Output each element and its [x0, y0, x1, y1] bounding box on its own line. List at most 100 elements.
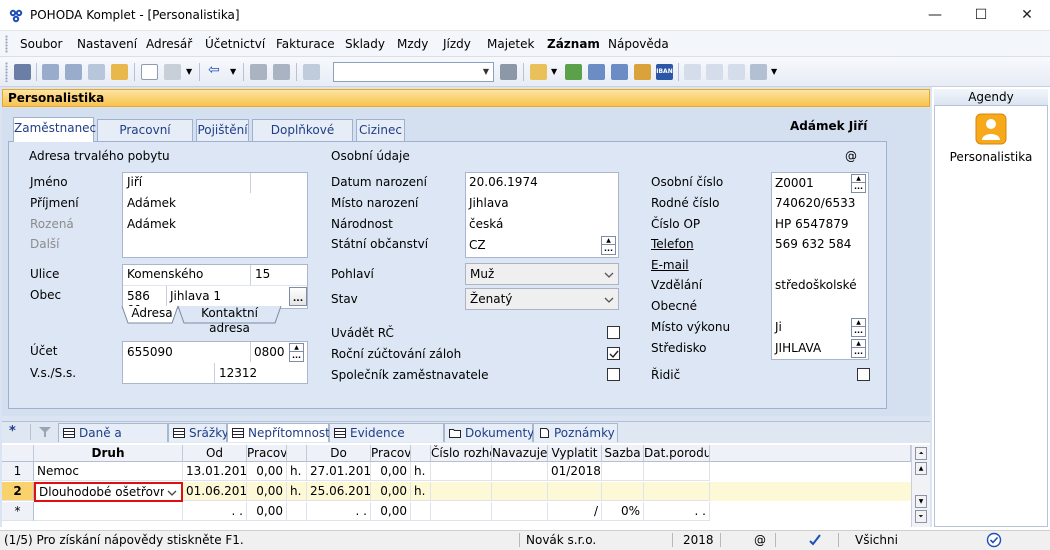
menu-napoveda[interactable]: Nápověda: [608, 37, 669, 51]
agenda-item-personalistika[interactable]: Personalistika: [934, 150, 1048, 164]
telefon-field[interactable]: 569 632 584: [775, 237, 865, 251]
ellipsis-icon[interactable]: ...: [852, 183, 865, 191]
cell-navazuje[interactable]: [492, 462, 548, 481]
cell-pracova-do[interactable]: 0,00: [371, 502, 411, 521]
cell-unit-od[interactable]: h.: [287, 462, 307, 481]
grid-header-dat-porodu[interactable]: Dat.porodu: [644, 445, 710, 462]
obec-picker-button[interactable]: ...: [289, 287, 307, 306]
signature-check-icon[interactable]: [808, 533, 822, 547]
folder-icon[interactable]: [530, 64, 547, 80]
cell-dat-porodu[interactable]: [644, 462, 710, 481]
pohlavi-select[interactable]: Muž: [465, 263, 619, 285]
cell-pracova-od[interactable]: 0,00: [247, 482, 287, 501]
vzdelani-field[interactable]: středoškolské: [775, 278, 867, 292]
narodnost-field[interactable]: česká: [469, 217, 609, 231]
cell-navazuje[interactable]: [492, 482, 548, 501]
uvadet-rc-checkbox[interactable]: [607, 326, 620, 339]
menu-zaznam[interactable]: Záznam: [547, 37, 600, 51]
cell-vyplatit[interactable]: /: [548, 502, 602, 521]
chevron-down-icon[interactable]: ▼: [479, 63, 493, 81]
list-icon[interactable]: [684, 64, 701, 80]
kod-banky-field[interactable]: 0800: [254, 345, 286, 359]
print-preview-icon[interactable]: [88, 64, 105, 80]
new-row-marker[interactable]: *: [2, 502, 34, 521]
print-icon[interactable]: [42, 64, 59, 80]
money-icon[interactable]: [565, 64, 582, 80]
grid-header-sazba[interactable]: Sazba: [602, 445, 644, 462]
scroll-top-icon[interactable]: ⏶: [915, 447, 927, 460]
dalsi-field[interactable]: [127, 236, 302, 252]
cell-navazuje[interactable]: [492, 502, 548, 521]
obcanstvi-picker[interactable]: ▲ ...: [601, 236, 616, 255]
copy-icon[interactable]: [303, 64, 320, 80]
close-button[interactable]: ✕: [1004, 0, 1050, 31]
grid-scrollbar[interactable]: ⏶ ▲ ▼ ⏷: [911, 445, 930, 527]
save-icon[interactable]: [250, 64, 267, 80]
bottom-tab-dane-pojistne[interactable]: Daně a pojistné: [58, 423, 168, 458]
status-year[interactable]: 2018: [683, 533, 714, 547]
menu-mzdy[interactable]: Mzdy: [397, 37, 428, 51]
menu-adresar[interactable]: Adresář: [146, 37, 192, 51]
grid-header-do[interactable]: Do: [307, 445, 371, 462]
cell-dat-porodu[interactable]: . .: [644, 502, 710, 521]
ellipsis-icon[interactable]: ...: [852, 348, 865, 356]
cell-cislo[interactable]: [431, 502, 492, 521]
tab-pracovni-pomer[interactable]: Pracovní poměr: [97, 119, 193, 157]
scroll-up-icon[interactable]: ▲: [915, 462, 927, 475]
cell-pracova-od[interactable]: 0,00: [247, 462, 287, 481]
menu-soubor[interactable]: Soubor: [20, 37, 62, 51]
folder-dropdown-icon[interactable]: ▼: [551, 67, 557, 76]
maximize-button[interactable]: ☐: [958, 0, 1004, 31]
bottom-tab-evidence-podani[interactable]: Evidence podání: [329, 423, 444, 458]
cell-dat-porodu[interactable]: [644, 482, 710, 501]
grid-header-unit-od[interactable]: [287, 445, 307, 462]
misto-vykonu-field[interactable]: Ji: [775, 320, 845, 334]
jmeno-field[interactable]: Jiří: [127, 175, 247, 189]
grid-header-navazuje[interactable]: Navazuje: [492, 445, 548, 462]
coins-icon[interactable]: [634, 64, 651, 80]
menu-nastaveni[interactable]: Nastavení: [77, 37, 137, 51]
grid-header-vyplatit[interactable]: Vyplatit: [548, 445, 602, 462]
minimize-button[interactable]: —: [912, 0, 958, 31]
tab-zamestnanec[interactable]: Zaměstnanec: [13, 117, 96, 142]
report-icon[interactable]: [728, 64, 745, 80]
cell-od[interactable]: 01.06.2018: [183, 482, 247, 501]
specificky-symbol-field[interactable]: 12312: [219, 366, 259, 380]
cislo-op-field[interactable]: HP 6547879: [775, 217, 865, 231]
datum-narozeni-field[interactable]: 20.06.1974: [469, 175, 609, 189]
check-icon[interactable]: [164, 64, 181, 80]
subtab-adresa[interactable]: Adresa: [128, 306, 176, 323]
prijmeni-field[interactable]: Adámek: [127, 196, 302, 210]
tab-cizinec[interactable]: Cizinec: [356, 119, 405, 141]
back-arrow-icon[interactable]: ⇦: [208, 62, 220, 78]
cell-do[interactable]: 25.06.2018: [307, 482, 371, 501]
grid-header-pracova-do[interactable]: Pracova: [371, 445, 411, 462]
personalistika-agenda-icon[interactable]: [975, 113, 1007, 145]
help-dropdown-icon[interactable]: ▼: [771, 67, 777, 76]
print-setup-icon[interactable]: [65, 64, 82, 80]
misto-narozeni-field[interactable]: Jihlava: [469, 196, 609, 210]
document-icon[interactable]: [706, 64, 723, 80]
ok-circle-icon[interactable]: [986, 532, 1002, 548]
row-number[interactable]: 1: [2, 462, 34, 481]
menu-ucetnictvi[interactable]: Účetnictví: [205, 37, 265, 51]
calculator-icon[interactable]: [588, 64, 605, 80]
cell-unit-do[interactable]: h.: [411, 462, 431, 481]
ellipsis-icon[interactable]: ...: [602, 245, 615, 253]
cell-od[interactable]: 13.01.2018: [183, 462, 247, 481]
cell-druh[interactable]: [34, 502, 183, 521]
rocni-zuctovani-checkbox[interactable]: [607, 347, 620, 360]
ucet-field[interactable]: 655090: [127, 345, 245, 359]
obecne-field[interactable]: [775, 298, 865, 314]
back-dropdown-icon[interactable]: ▼: [230, 67, 236, 76]
email-field[interactable]: [775, 257, 865, 273]
cancel-changes-icon[interactable]: [273, 64, 290, 80]
email-at-icon[interactable]: @: [845, 149, 857, 163]
help-pointer-icon[interactable]: [750, 64, 767, 80]
cell-pracova-do[interactable]: 0,00: [371, 462, 411, 481]
menu-sklady[interactable]: Sklady: [345, 37, 385, 51]
filter-icon[interactable]: [38, 425, 52, 439]
tab-pojisteni[interactable]: Pojištění: [196, 119, 249, 141]
grid-header-unit-do[interactable]: [411, 445, 431, 462]
bottom-tab-dokumenty[interactable]: Dokumenty: [444, 423, 534, 442]
